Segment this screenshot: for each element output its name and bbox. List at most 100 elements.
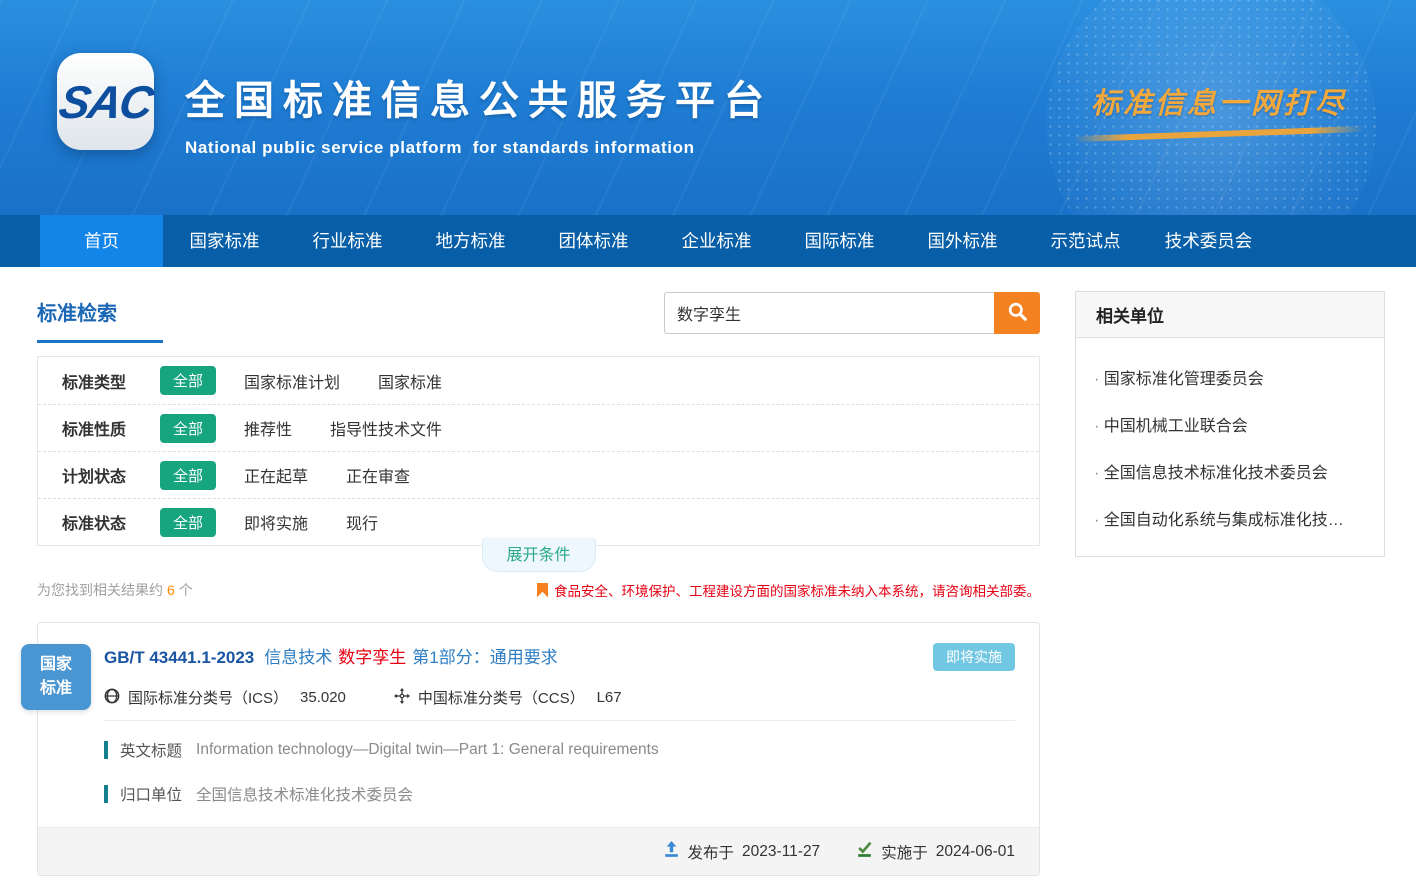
result-count: 为您找到相关结果约6个 (37, 580, 193, 600)
ccs-label: 中国标准分类号（CCS） (418, 687, 585, 708)
badge-line1: 国家 (40, 653, 72, 677)
nav-item-international-standards[interactable]: 国际标准 (778, 215, 901, 267)
related-unit-link[interactable]: 国家标准化管理委员会 (1094, 365, 1366, 389)
standard-result-card: 国家 标准 GB/T 43441.1-2023 信息技术数字孪生第1部分：通用要求… (37, 622, 1040, 876)
related-units-list: 国家标准化管理委员会 中国机械工业联合会 全国信息技术标准化技术委员会 全国自动… (1076, 338, 1384, 556)
filter-all-button[interactable]: 全部 (160, 508, 216, 537)
card-footer: 发布于 2023-11-27 实施于 2024-06-01 (38, 827, 1039, 875)
ics-label: 国际标准分类号（ICS） (128, 687, 288, 708)
filter-option[interactable]: 国家标准 (378, 369, 442, 393)
card-fields: 英文标题 Information technology—Digital twin… (104, 720, 1015, 805)
status-badge: 即将实施 (933, 643, 1015, 671)
filter-label: 计划状态 (62, 463, 160, 487)
nav-item-industry-standards[interactable]: 行业标准 (286, 215, 409, 267)
field-value: 全国信息技术标准化技术委员会 (196, 783, 413, 805)
published-label: 发布于 (688, 841, 735, 863)
related-unit-link[interactable]: 中国机械工业联合会 (1094, 412, 1366, 436)
classification-row: 国际标准分类号（ICS） 35.020 中国标准分类号（CCS） L67 (104, 687, 1015, 708)
related-unit-link[interactable]: 全国信息技术标准化技术委员会 (1094, 459, 1366, 483)
filter-all-button[interactable]: 全部 (160, 414, 216, 443)
notice-text: 食品安全、环境保护、工程建设方面的国家标准未纳入本系统，请咨询相关部委。 (554, 580, 1040, 600)
slogan-block: 标准信息一网打尽 (1074, 80, 1364, 137)
field-value: Information technology—Digital twin—Part… (196, 741, 659, 759)
filter-option[interactable]: 正在起草 (244, 463, 308, 487)
site-title: 全国标准信息公共服务平台 (185, 68, 773, 126)
related-units-title: 相关单位 (1076, 292, 1384, 338)
standard-title-link[interactable]: GB/T 43441.1-2023 信息技术数字孪生第1部分：通用要求 (104, 643, 558, 668)
system-notice: 食品安全、环境保护、工程建设方面的国家标准未纳入本系统，请咨询相关部委。 (537, 580, 1040, 600)
search-icon (1007, 301, 1028, 325)
related-units-panel: 相关单位 国家标准化管理委员会 中国机械工业联合会 全国信息技术标准化技术委员会… (1075, 291, 1385, 557)
search-input[interactable] (664, 292, 994, 334)
filter-row-standard-type: 标准类型 全部 国家标准计划 国家标准 (38, 357, 1039, 404)
field-english-title: 英文标题 Information technology—Digital twin… (104, 739, 1015, 761)
field-marker-bar (104, 785, 108, 803)
filter-option[interactable]: 正在审查 (346, 463, 410, 487)
published-date-value: 2023-11-27 (742, 843, 820, 861)
main-nav: 首页 国家标准 行业标准 地方标准 团体标准 企业标准 国际标准 国外标准 示范… (0, 215, 1416, 267)
filter-option[interactable]: 指导性技术文件 (330, 416, 442, 440)
nav-item-enterprise-standards[interactable]: 企业标准 (655, 215, 778, 267)
filter-all-button[interactable]: 全部 (160, 461, 216, 490)
site-subtitle: National public service platform for sta… (185, 138, 773, 158)
globe-icon (104, 688, 120, 708)
filter-all-button[interactable]: 全部 (160, 366, 216, 395)
nav-item-technical-committee[interactable]: 技术委员会 (1147, 215, 1270, 267)
sac-logo-text: SAC (55, 75, 156, 129)
filter-label: 标准类型 (62, 369, 160, 393)
field-label: 归口单位 (120, 783, 182, 805)
nav-item-pilot[interactable]: 示范试点 (1024, 215, 1147, 267)
field-committee: 归口单位 全国信息技术标准化技术委员会 (104, 783, 1015, 805)
nav-item-local-standards[interactable]: 地方标准 (409, 215, 532, 267)
implemented-date-value: 2024-06-01 (936, 843, 1015, 861)
search-box (664, 292, 1040, 334)
filter-option[interactable]: 推荐性 (244, 416, 292, 440)
badge-line2: 标准 (40, 677, 72, 701)
left-column: 标准检索 标准类型 全部 国家标准计划 国家标准 (37, 267, 1040, 876)
results-info-row: 为您找到相关结果约6个 食品安全、环境保护、工程建设方面的国家标准未纳入本系统，… (37, 580, 1040, 600)
filter-option[interactable]: 现行 (346, 510, 378, 534)
expand-conditions-button[interactable]: 展开条件 (481, 537, 595, 572)
filter-option[interactable]: 即将实施 (244, 510, 308, 534)
filter-label: 标准性质 (62, 416, 160, 440)
filter-label: 标准状态 (62, 510, 160, 534)
published-date: 发布于 2023-11-27 (663, 841, 821, 863)
related-unit-link[interactable]: 全国自动化系统与集成标准化技… (1094, 506, 1366, 530)
filter-panel: 标准类型 全部 国家标准计划 国家标准 标准性质 全部 推荐性 指导性技术文件 … (37, 356, 1040, 546)
nav-item-national-standards[interactable]: 国家标准 (163, 215, 286, 267)
standard-title-highlight: 数字孪生 (338, 648, 406, 667)
result-count-prefix: 为您找到相关结果约 (37, 582, 163, 598)
field-label: 英文标题 (120, 739, 182, 761)
standard-title-part2: 第1部分：通用要求 (412, 648, 557, 667)
sac-logo: SAC (57, 53, 154, 150)
standard-title-part1: 信息技术 (264, 648, 332, 667)
national-standard-badge: 国家 标准 (21, 644, 91, 710)
nav-item-foreign-standards[interactable]: 国外标准 (901, 215, 1024, 267)
bookmark-icon (537, 583, 548, 598)
nav-item-home[interactable]: 首页 (40, 215, 163, 267)
publish-upload-icon (663, 841, 680, 863)
implemented-date: 实施于 2024-06-01 (856, 841, 1015, 863)
slogan-text: 标准信息一网打尽 (1074, 80, 1364, 122)
site-header: SAC 全国标准信息公共服务平台 National public service… (0, 0, 1416, 215)
card-head: GB/T 43441.1-2023 信息技术数字孪生第1部分：通用要求 即将实施 (104, 643, 1015, 671)
result-count-number: 6 (163, 582, 179, 598)
compass-icon (394, 688, 410, 708)
implemented-label: 实施于 (881, 841, 928, 863)
search-section: 标准检索 (37, 291, 1040, 343)
search-button[interactable] (994, 292, 1040, 334)
main-content: 标准检索 标准类型 全部 国家标准计划 国家标准 (0, 267, 1416, 876)
ics-classification: 国际标准分类号（ICS） 35.020 (104, 687, 346, 708)
standard-code: GB/T 43441.1-2023 (104, 648, 254, 667)
site-title-block: 全国标准信息公共服务平台 National public service pla… (185, 68, 773, 158)
field-marker-bar (104, 741, 108, 759)
ccs-classification: 中国标准分类号（CCS） L67 (394, 687, 622, 708)
filter-row-plan-status: 计划状态 全部 正在起草 正在审查 (38, 451, 1039, 498)
filter-row-standard-nature: 标准性质 全部 推荐性 指导性技术文件 (38, 404, 1039, 451)
implement-check-icon (856, 841, 873, 863)
filter-option[interactable]: 国家标准计划 (244, 369, 340, 393)
ics-value: 35.020 (300, 689, 346, 706)
nav-item-group-standards[interactable]: 团体标准 (532, 215, 655, 267)
tab-standard-search[interactable]: 标准检索 (37, 291, 163, 343)
ccs-value: L67 (597, 689, 622, 706)
